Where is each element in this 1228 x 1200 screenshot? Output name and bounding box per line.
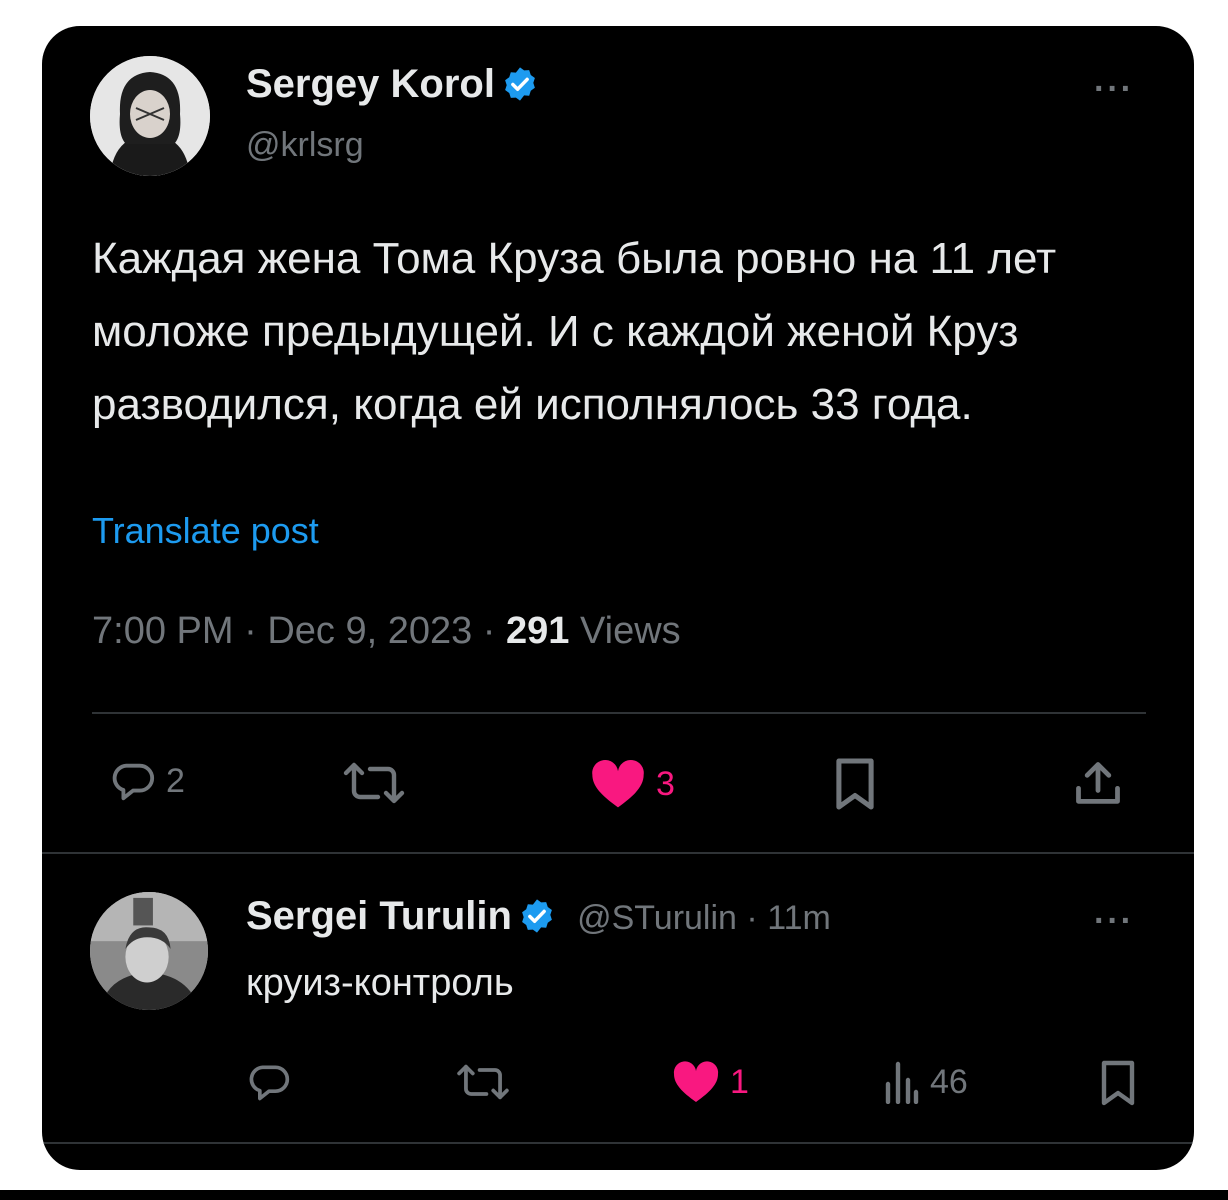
views-icon bbox=[884, 1060, 920, 1104]
post-meta: 7:00 PM · Dec 9, 2023 · 291 Views bbox=[92, 610, 681, 653]
reply-count: 2 bbox=[166, 761, 185, 800]
reply-time[interactable]: 11m bbox=[767, 899, 831, 937]
bottom-edge bbox=[0, 1190, 1228, 1200]
reply-bookmark-button[interactable] bbox=[1098, 1058, 1138, 1108]
author-avatar[interactable] bbox=[90, 56, 210, 176]
retweet-icon bbox=[454, 1060, 512, 1104]
reply-views-button[interactable]: 46 bbox=[884, 1060, 968, 1104]
retweet-button[interactable] bbox=[340, 758, 408, 808]
reply-button[interactable]: 2 bbox=[110, 758, 185, 804]
share-icon bbox=[1072, 758, 1124, 810]
heart-icon bbox=[672, 1060, 720, 1104]
more-icon[interactable]: ··· bbox=[1094, 70, 1134, 109]
reply-divider bbox=[42, 1142, 1194, 1144]
like-count: 3 bbox=[656, 764, 675, 803]
reply-retweet-button[interactable] bbox=[454, 1060, 512, 1104]
bookmark-icon bbox=[832, 756, 878, 812]
author-name-row[interactable]: Sergey Korol bbox=[246, 62, 539, 107]
reply-icon bbox=[246, 1060, 292, 1104]
meta-separator: · bbox=[482, 610, 496, 652]
bookmark-icon bbox=[1098, 1058, 1138, 1108]
reply-views-count: 46 bbox=[930, 1062, 968, 1101]
reply-icon bbox=[110, 758, 156, 804]
views-label: Views bbox=[579, 610, 681, 652]
post-text: Каждая жена Тома Круза была ровно на 11 … bbox=[92, 234, 1057, 429]
reply-author-name[interactable]: Sergei Turulin bbox=[246, 894, 512, 938]
reply-reply-button[interactable] bbox=[246, 1060, 292, 1104]
reply-more-icon[interactable]: ··· bbox=[1094, 902, 1134, 941]
reply-like-button[interactable]: 1 bbox=[672, 1060, 749, 1104]
verified-badge-icon bbox=[501, 65, 539, 103]
reply-text: круиз-контроль bbox=[246, 962, 514, 1004]
meta-separator: · bbox=[244, 610, 257, 652]
like-button[interactable]: 3 bbox=[590, 758, 675, 810]
post-date[interactable]: Dec 9, 2023 bbox=[267, 610, 472, 652]
tweet-card: Sergey Korol @krlsrg ··· Каждая жена Том… bbox=[42, 26, 1194, 1170]
translate-post-link[interactable]: Translate post bbox=[92, 510, 319, 552]
author-name[interactable]: Sergey Korol bbox=[246, 62, 495, 106]
reply-author-handle[interactable]: @STurulin bbox=[577, 899, 737, 937]
reply-author-row[interactable]: Sergei Turulin @STurulin · 11m bbox=[246, 894, 831, 939]
views-count: 291 bbox=[506, 610, 570, 652]
share-button[interactable] bbox=[1072, 758, 1124, 810]
reply-like-count: 1 bbox=[730, 1062, 749, 1101]
verified-badge-icon bbox=[518, 897, 556, 935]
retweet-icon bbox=[340, 758, 408, 808]
meta-divider bbox=[92, 712, 1146, 714]
reply-separator: · bbox=[746, 899, 758, 937]
author-handle[interactable]: @krlsrg bbox=[246, 126, 364, 165]
post-time[interactable]: 7:00 PM bbox=[92, 610, 234, 652]
post-divider bbox=[42, 852, 1194, 854]
bookmark-button[interactable] bbox=[832, 756, 878, 812]
heart-icon bbox=[590, 758, 646, 810]
reply-author-avatar[interactable] bbox=[90, 892, 208, 1010]
